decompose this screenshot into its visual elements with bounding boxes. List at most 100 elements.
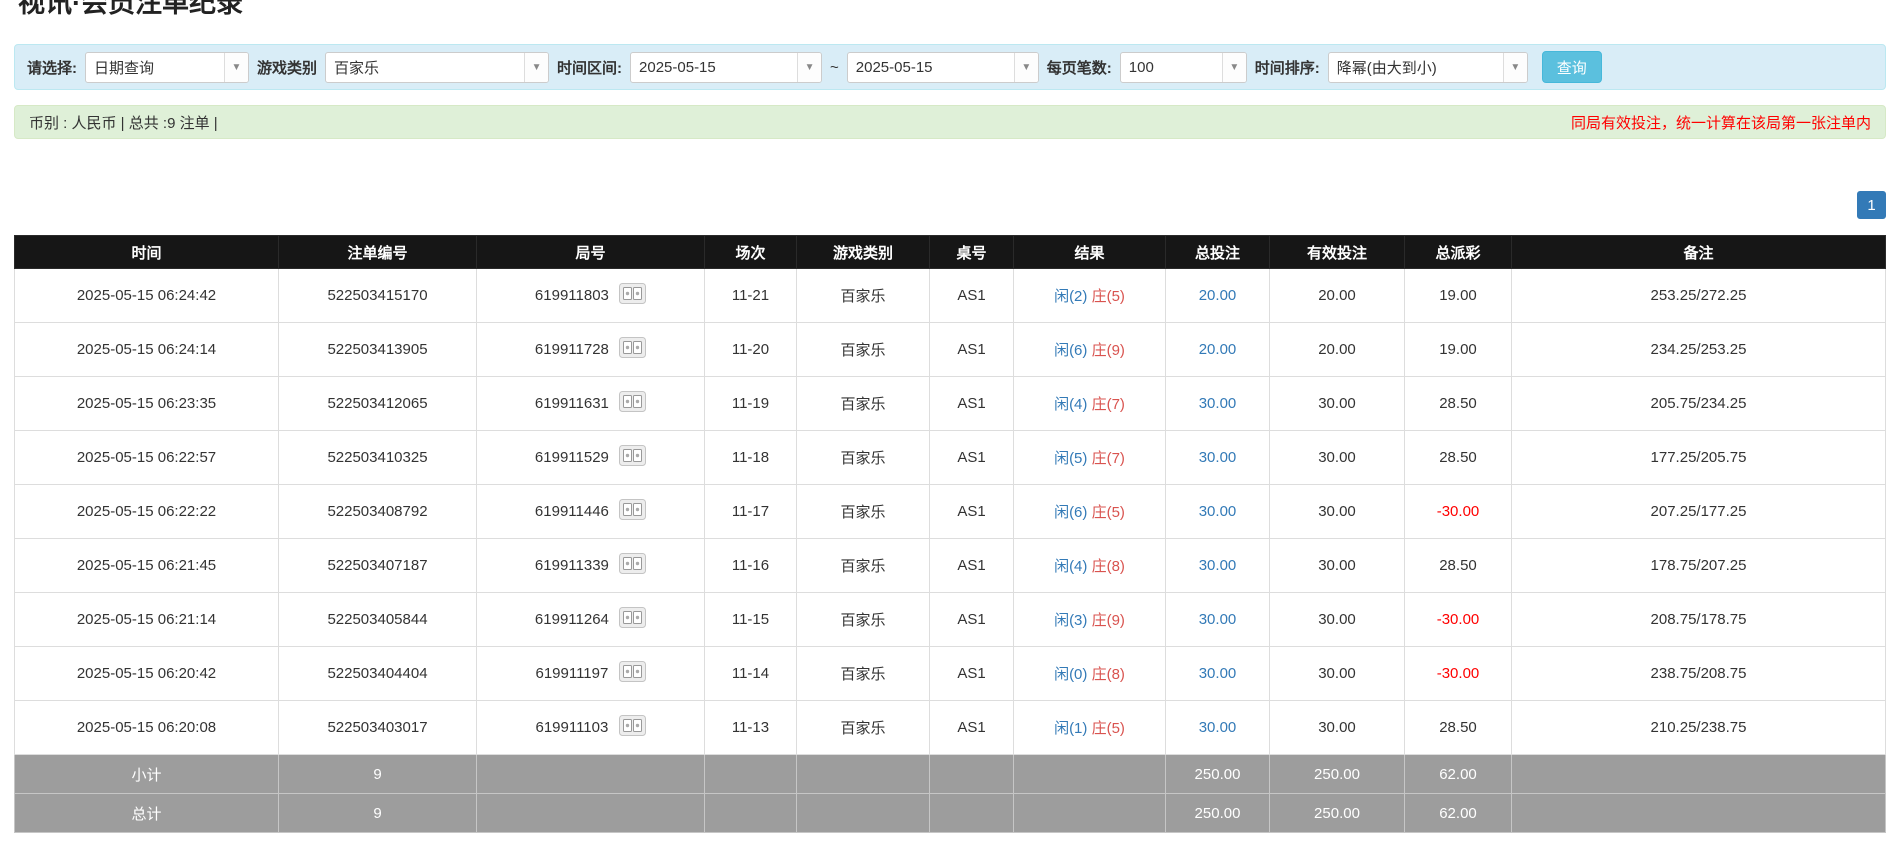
empty-cell bbox=[930, 755, 1014, 794]
game-type-label: 游戏类别 bbox=[257, 57, 317, 78]
cell-note: 253.25/272.25 bbox=[1512, 269, 1886, 323]
table-row: 2025-05-15 06:20:08 522503403017 6199111… bbox=[15, 701, 1886, 755]
chevron-down-icon[interactable]: ▼ bbox=[524, 53, 548, 82]
cell-session: 11-15 bbox=[705, 593, 797, 647]
result-player: 闲(4) bbox=[1054, 558, 1087, 575]
cell-total-bet[interactable]: 20.00 bbox=[1166, 269, 1270, 323]
query-type-label: 请选择: bbox=[27, 57, 77, 78]
col-header-table-no: 桌号 bbox=[930, 236, 1014, 269]
col-header-note: 备注 bbox=[1512, 236, 1886, 269]
chevron-down-icon[interactable]: ▼ bbox=[1014, 53, 1038, 82]
cell-total-bet[interactable]: 30.00 bbox=[1166, 485, 1270, 539]
subtotal-valid-bet: 250.00 bbox=[1270, 755, 1405, 794]
subtotal-row: 小计 9 250.00 250.00 62.00 bbox=[15, 755, 1886, 794]
empty-cell bbox=[797, 755, 930, 794]
cell-payout: -30.00 bbox=[1405, 593, 1512, 647]
chevron-down-icon[interactable]: ▼ bbox=[797, 53, 821, 82]
cell-round-id: 619911803 bbox=[477, 269, 705, 323]
result-banker: 庄(9) bbox=[1092, 612, 1125, 629]
result-cards-icon[interactable] bbox=[619, 283, 646, 308]
query-button[interactable]: 查询 bbox=[1542, 51, 1602, 83]
cell-result: 闲(6) 庄(9) bbox=[1014, 323, 1166, 377]
date-from-select[interactable]: 2025-05-15 ▼ bbox=[630, 52, 822, 83]
col-header-total-bet: 总投注 bbox=[1166, 236, 1270, 269]
table-body: 2025-05-15 06:24:42 522503415170 6199118… bbox=[15, 269, 1886, 755]
result-cards-icon[interactable] bbox=[619, 499, 646, 524]
cell-bet-id: 522503415170 bbox=[279, 269, 477, 323]
cell-total-bet[interactable]: 30.00 bbox=[1166, 647, 1270, 701]
cell-game-type: 百家乐 bbox=[797, 539, 930, 593]
cell-game-type: 百家乐 bbox=[797, 269, 930, 323]
sort-order-select[interactable]: 降幂(由大到小) ▼ bbox=[1328, 52, 1528, 83]
pagination: 1 bbox=[14, 191, 1886, 219]
round-id-text: 619911728 bbox=[535, 341, 609, 358]
chevron-down-icon[interactable]: ▼ bbox=[1222, 53, 1246, 82]
table-row: 2025-05-15 06:22:22 522503408792 6199114… bbox=[15, 485, 1886, 539]
cell-valid-bet: 30.00 bbox=[1270, 377, 1405, 431]
result-banker: 庄(7) bbox=[1092, 450, 1125, 467]
result-banker: 庄(5) bbox=[1092, 720, 1125, 737]
cell-note: 210.25/238.75 bbox=[1512, 701, 1886, 755]
game-type-select[interactable]: 百家乐 ▼ bbox=[325, 52, 549, 83]
cell-session: 11-19 bbox=[705, 377, 797, 431]
page-button-1[interactable]: 1 bbox=[1857, 191, 1886, 219]
empty-cell bbox=[1512, 755, 1886, 794]
cell-valid-bet: 30.00 bbox=[1270, 647, 1405, 701]
cell-round-id: 619911529 bbox=[477, 431, 705, 485]
empty-cell bbox=[1014, 755, 1166, 794]
result-player: 闲(2) bbox=[1054, 288, 1087, 305]
result-cards-icon[interactable] bbox=[619, 607, 646, 632]
valid-bet-notice-text: 同局有效投注，统一计算在该局第一张注单内 bbox=[1571, 112, 1871, 133]
result-cards-icon[interactable] bbox=[619, 337, 646, 362]
date-to-value: 2025-05-15 bbox=[848, 53, 1014, 82]
subtotal-count: 9 bbox=[279, 755, 477, 794]
result-cards-icon[interactable] bbox=[619, 391, 646, 416]
cell-bet-id: 522503412065 bbox=[279, 377, 477, 431]
cell-result: 闲(3) 庄(9) bbox=[1014, 593, 1166, 647]
result-cards-icon[interactable] bbox=[619, 445, 646, 470]
cell-bet-id: 522503404404 bbox=[279, 647, 477, 701]
cell-valid-bet: 30.00 bbox=[1270, 593, 1405, 647]
cell-result: 闲(5) 庄(7) bbox=[1014, 431, 1166, 485]
result-cards-icon[interactable] bbox=[619, 553, 646, 578]
cell-round-id: 619911339 bbox=[477, 539, 705, 593]
cell-total-bet[interactable]: 30.00 bbox=[1166, 539, 1270, 593]
summary-bar: 币别 : 人民币 | 总共 :9 注单 | 同局有效投注，统一计算在该局第一张注… bbox=[14, 105, 1886, 139]
cell-table-no: AS1 bbox=[930, 485, 1014, 539]
table-row: 2025-05-15 06:22:57 522503410325 6199115… bbox=[15, 431, 1886, 485]
cell-session: 11-14 bbox=[705, 647, 797, 701]
grand-total-valid-bet: 250.00 bbox=[1270, 794, 1405, 833]
cell-total-bet[interactable]: 30.00 bbox=[1166, 377, 1270, 431]
table-row: 2025-05-15 06:21:14 522503405844 6199112… bbox=[15, 593, 1886, 647]
result-cards-icon[interactable] bbox=[619, 715, 646, 740]
cell-session: 11-13 bbox=[705, 701, 797, 755]
date-range-separator: ~ bbox=[830, 59, 839, 76]
cell-total-bet[interactable]: 30.00 bbox=[1166, 593, 1270, 647]
cell-total-bet[interactable]: 20.00 bbox=[1166, 323, 1270, 377]
result-banker: 庄(5) bbox=[1092, 504, 1125, 521]
cell-round-id: 619911446 bbox=[477, 485, 705, 539]
empty-cell bbox=[1512, 794, 1886, 833]
cell-table-no: AS1 bbox=[930, 269, 1014, 323]
cell-total-bet[interactable]: 30.00 bbox=[1166, 701, 1270, 755]
cell-note: 207.25/177.25 bbox=[1512, 485, 1886, 539]
cell-time: 2025-05-15 06:22:22 bbox=[15, 485, 279, 539]
query-type-select[interactable]: 日期查询 ▼ bbox=[85, 52, 249, 83]
chevron-down-icon[interactable]: ▼ bbox=[224, 53, 248, 82]
cell-payout: -30.00 bbox=[1405, 485, 1512, 539]
cell-round-id: 619911264 bbox=[477, 593, 705, 647]
result-player: 闲(0) bbox=[1054, 666, 1087, 683]
round-id-text: 619911197 bbox=[535, 665, 608, 682]
date-to-select[interactable]: 2025-05-15 ▼ bbox=[847, 52, 1039, 83]
cell-game-type: 百家乐 bbox=[797, 593, 930, 647]
chevron-down-icon[interactable]: ▼ bbox=[1503, 53, 1527, 82]
result-cards-icon[interactable] bbox=[619, 661, 646, 686]
cell-game-type: 百家乐 bbox=[797, 485, 930, 539]
result-player: 闲(3) bbox=[1054, 612, 1087, 629]
cell-result: 闲(0) 庄(8) bbox=[1014, 647, 1166, 701]
page-size-select[interactable]: 100 ▼ bbox=[1120, 52, 1247, 83]
cell-game-type: 百家乐 bbox=[797, 377, 930, 431]
cell-total-bet[interactable]: 30.00 bbox=[1166, 431, 1270, 485]
cell-table-no: AS1 bbox=[930, 593, 1014, 647]
cell-game-type: 百家乐 bbox=[797, 647, 930, 701]
